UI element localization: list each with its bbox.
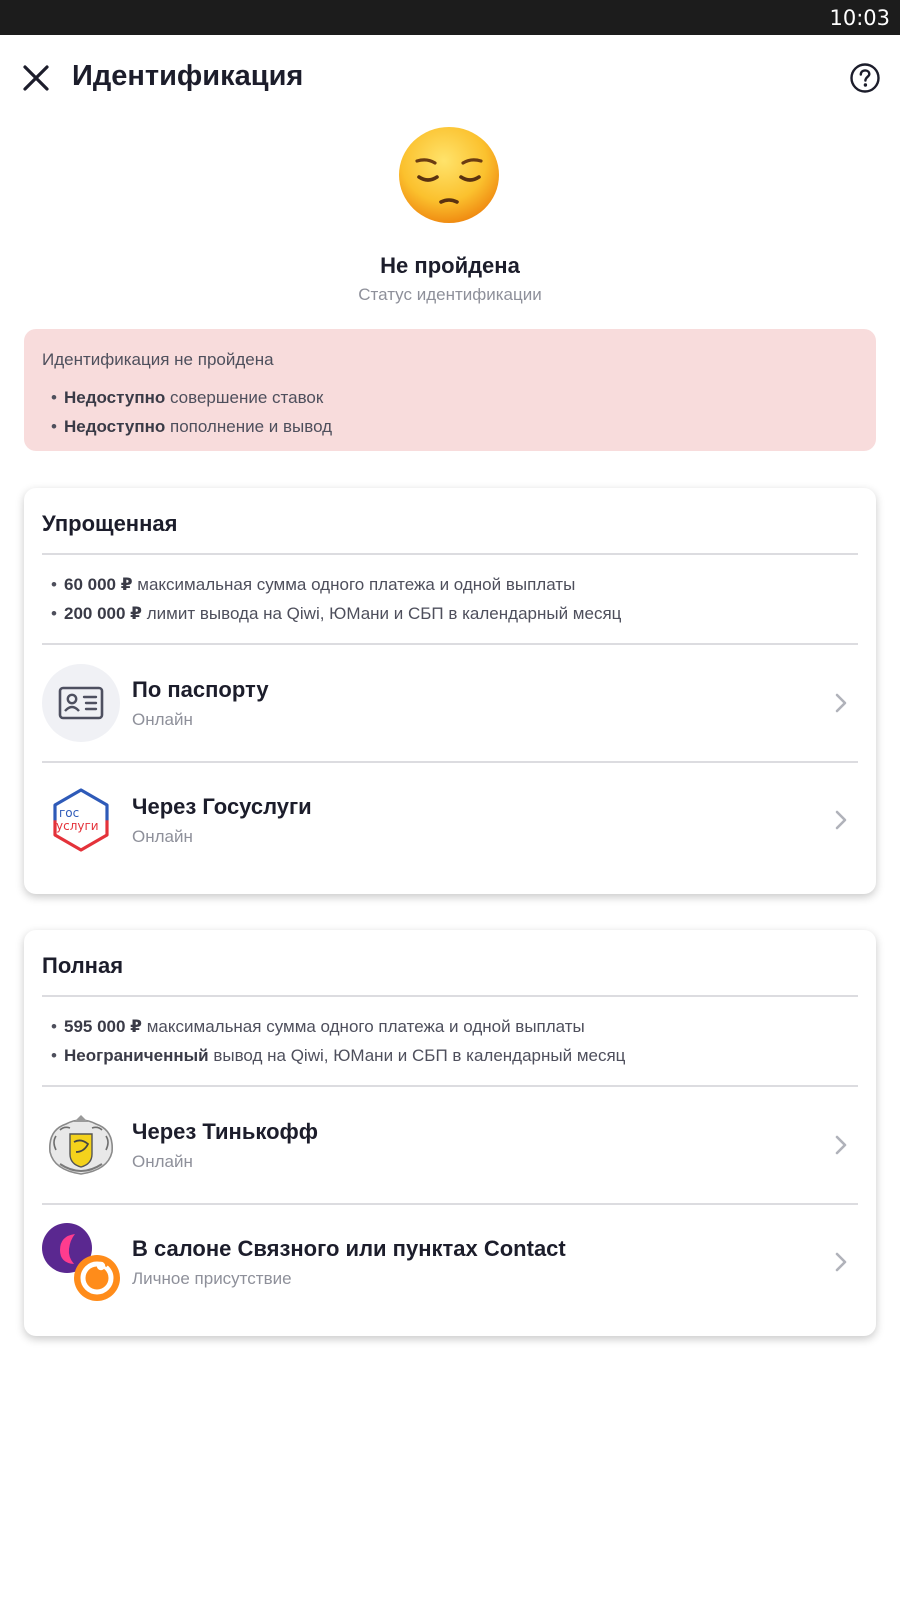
option-passport[interactable]: По паспорту Онлайн: [42, 645, 858, 761]
alert-item-bold: Недоступно: [64, 417, 166, 436]
limit-item: • 595 000 ₽ максимальная сумма одного пла…: [51, 1017, 585, 1036]
limit-item: • 60 000 ₽ максимальная сумма одного плат…: [51, 575, 576, 594]
simplified-title: Упрощенная: [42, 488, 858, 555]
full-title: Полная: [42, 930, 858, 997]
limit-amount: 200 000 ₽: [64, 604, 143, 623]
chevron-right-icon: [835, 693, 847, 713]
option-text: Через Госуслуги Онлайн: [132, 794, 312, 847]
alert-item-bold: Недоступно: [64, 388, 166, 407]
alert-item: • Недоступно совершение ставок: [51, 388, 324, 407]
limit-text: максимальная сумма одного платежа и одно…: [132, 575, 576, 594]
alert-item-text: совершение ставок: [165, 388, 324, 407]
option-title: В салоне Связного или пунктах Contact: [132, 1235, 566, 1261]
gosuslugi-logo-text: гос: [59, 806, 79, 820]
option-text: Через Тинькофф Онлайн: [132, 1119, 318, 1172]
limit-text: максимальная сумма одного платежа и одно…: [142, 1017, 585, 1036]
option-svyaznoy-contact[interactable]: В салоне Связного или пунктах Contact Ли…: [42, 1203, 858, 1319]
chevron-right-icon: [835, 1252, 847, 1272]
tinkoff-logo: [42, 1106, 120, 1184]
gosuslugi-logo-text: услуги: [56, 819, 99, 833]
status-time: 10:03: [829, 5, 890, 30]
limit-text: лимит вывода на Qiwi, ЮМани и СБП в кале…: [142, 604, 622, 623]
option-gosuslugi[interactable]: гос услуги Через Госуслуги Онлайн: [42, 761, 858, 877]
identification-alert: Идентификация не пройдена • Недоступно со…: [24, 329, 876, 451]
option-text: По паспорту Онлайн: [132, 677, 269, 730]
limit-item: • Неограниченный вывод на Qiwi, ЮМани и С…: [51, 1046, 626, 1065]
limit-amount: 595 000 ₽: [64, 1017, 143, 1036]
option-subtitle: Онлайн: [132, 826, 193, 846]
status-subtitle: Статус идентификации: [358, 285, 542, 304]
option-title: Через Госуслуги: [132, 793, 312, 819]
option-text: В салоне Связного или пунктах Contact Ли…: [132, 1236, 566, 1289]
alert-item-text: пополнение и вывод: [165, 417, 333, 436]
close-icon[interactable]: [20, 62, 52, 94]
help-icon[interactable]: [849, 62, 881, 94]
simplified-card: Упрощенная • 60 000 ₽ максимальная сумма …: [24, 488, 876, 894]
option-subtitle: Онлайн: [132, 709, 193, 729]
limit-amount: 60 000 ₽: [64, 575, 133, 594]
chevron-right-icon: [835, 810, 847, 830]
full-card: Полная • 595 000 ₽ максимальная сумма одн…: [24, 930, 876, 1336]
simplified-limits: • 60 000 ₽ максимальная сумма одного плат…: [42, 555, 858, 645]
status-title: Не пройдена: [380, 253, 520, 278]
status-bar: 10:03: [0, 0, 900, 35]
page-title: Идентификация: [72, 60, 304, 92]
full-limits: • 595 000 ₽ максимальная сумма одного пла…: [42, 997, 858, 1087]
alert-title: Идентификация не пройдена: [42, 350, 274, 369]
svyaznoy-contact-logo: [42, 1223, 120, 1301]
limit-text: вывод на Qiwi, ЮМани и СБП в календарный…: [208, 1046, 626, 1065]
chevron-right-icon: [835, 1135, 847, 1155]
limit-item: • 200 000 ₽ лимит вывода на Qiwi, ЮМани и…: [51, 604, 622, 623]
alert-item: • Недоступно пополнение и вывод: [51, 417, 333, 436]
pensive-face-emoji: [399, 127, 499, 223]
option-tinkoff[interactable]: Через Тинькофф Онлайн: [42, 1087, 858, 1203]
limit-amount: Неограниченный: [64, 1046, 209, 1065]
id-card-icon: [42, 664, 120, 742]
option-title: Через Тинькофф: [132, 1118, 319, 1144]
header: Идентификация: [0, 35, 900, 121]
option-subtitle: Онлайн: [132, 1151, 193, 1171]
option-title: По паспорту: [132, 676, 269, 702]
gosuslugi-logo: гос услуги: [42, 781, 120, 859]
option-subtitle: Личное присутствие: [132, 1268, 292, 1288]
